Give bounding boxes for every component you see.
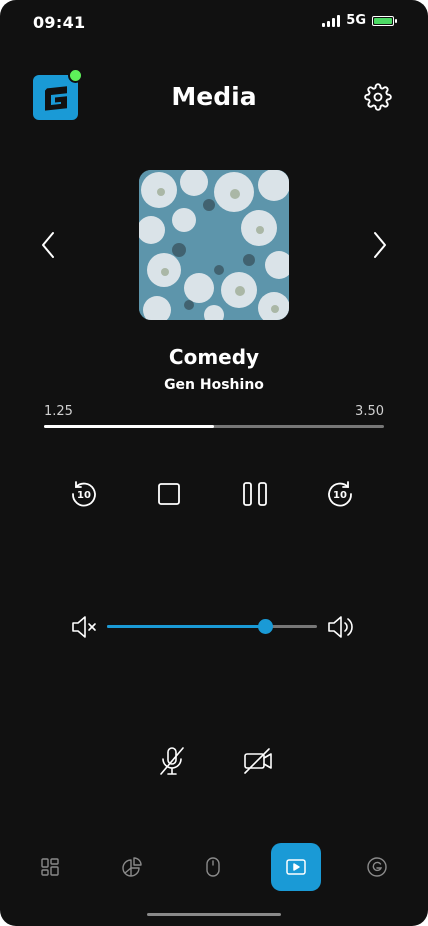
g-circle-icon — [367, 857, 387, 877]
album-artwork — [139, 170, 289, 320]
next-track-chevron-icon[interactable] — [368, 229, 392, 261]
pause-icon — [243, 482, 267, 506]
track-duration: 3.50 — [355, 404, 384, 419]
tab-account[interactable] — [352, 843, 402, 891]
tab-media[interactable] — [271, 843, 321, 891]
volume-level-fill — [107, 625, 265, 628]
camera-off-icon — [244, 748, 272, 774]
volume-slider-thumb[interactable] — [257, 619, 273, 634]
dashboard-grid-icon — [41, 858, 59, 876]
rewind-10-button[interactable]: 10 — [68, 478, 100, 510]
pause-button[interactable] — [239, 478, 271, 510]
stop-icon — [158, 483, 180, 505]
microphone-toggle-button[interactable] — [156, 745, 188, 777]
tab-stats[interactable] — [107, 843, 157, 891]
tab-mouse[interactable] — [188, 843, 238, 891]
max-volume-button[interactable] — [326, 613, 356, 641]
phone-screen: 09:41 5G Media Comedy Gen Hoshino 1.25 3… — [0, 0, 428, 926]
status-indicators: 5G — [322, 13, 397, 28]
stop-button[interactable] — [153, 478, 185, 510]
album-artwork-image — [139, 170, 289, 320]
forward-10-button[interactable]: 10 — [324, 478, 356, 510]
volume-slider[interactable] — [107, 619, 317, 634]
settings-gear-icon[interactable] — [364, 83, 392, 111]
signal-icon — [322, 14, 341, 27]
playback-progress-bar[interactable] — [44, 425, 384, 428]
online-status-dot — [68, 68, 83, 83]
battery-icon — [372, 15, 397, 26]
home-indicator — [147, 913, 281, 916]
track-title: Comedy — [168, 345, 260, 369]
rewind-10-icon: 10 — [72, 481, 96, 507]
volume-up-icon — [328, 616, 353, 638]
volume-mute-icon — [72, 616, 96, 638]
svg-text:10: 10 — [77, 490, 91, 501]
media-play-icon — [286, 859, 306, 875]
track-artist: Gen Hoshino — [164, 377, 264, 393]
pie-chart-icon — [122, 857, 142, 877]
camera-toggle-button[interactable] — [242, 745, 274, 777]
microphone-off-icon — [160, 747, 184, 775]
mouse-icon — [206, 857, 220, 877]
svg-text:10: 10 — [333, 490, 347, 501]
previous-track-chevron-icon[interactable] — [36, 229, 60, 261]
network-label: 5G — [346, 13, 366, 28]
status-time: 09:41 — [33, 13, 86, 32]
forward-10-icon: 10 — [328, 481, 352, 507]
tab-dashboard[interactable] — [25, 843, 75, 891]
current-time: 1.25 — [44, 404, 73, 419]
mute-volume-button[interactable] — [70, 613, 100, 641]
playback-progress-fill — [44, 425, 214, 428]
